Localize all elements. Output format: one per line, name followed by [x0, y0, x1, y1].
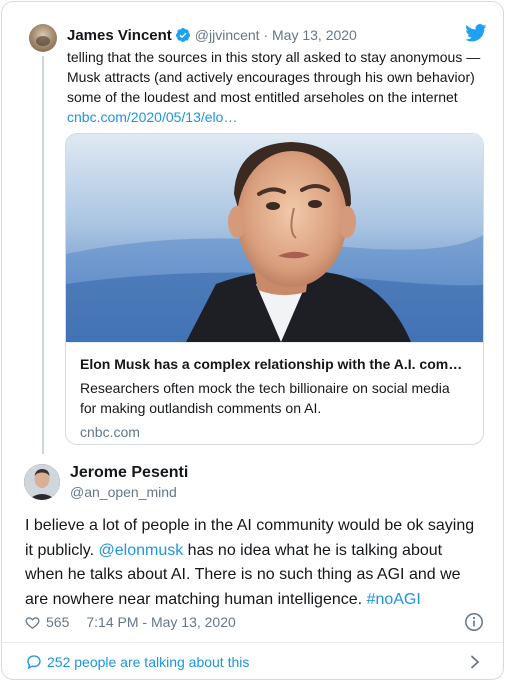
article-description-line: for making outlandish comments on AI.: [80, 400, 322, 416]
text-segment: are nowhere near matching human intellig…: [25, 590, 367, 608]
parent-text-line: Musk attracts (and actively encourages t…: [67, 69, 475, 85]
article-preview-photo: [66, 134, 483, 342]
text-segment: it publicly.: [25, 541, 99, 559]
parent-text-line: telling that the sources in this story a…: [67, 49, 481, 65]
article-domain: cnbc.com: [80, 424, 140, 440]
conversation-footer-link[interactable]: 252 people are talking about this: [2, 643, 503, 679]
main-text-line: I believe a lot of people in the AI comm…: [25, 514, 485, 539]
parent-text-line: some of the loudest and most entitled ar…: [67, 89, 458, 105]
tweet-meta-row: 565 7:14 PM - May 13, 2020: [25, 612, 236, 632]
article-title: Elon Musk has a complex relationship wit…: [80, 356, 463, 372]
article-description: Researchers often mock the tech billiona…: [80, 378, 470, 418]
twitter-bird-icon[interactable]: [465, 24, 487, 42]
parent-article-link[interactable]: cnbc.com/2020/05/13/elo…: [67, 107, 487, 127]
mention-link[interactable]: @elonmusk: [99, 542, 184, 559]
james-vincent-avatar[interactable]: [29, 24, 57, 52]
tweet-timestamp[interactable]: 7:14 PM - May 13, 2020: [86, 614, 235, 630]
verified-badge-icon: [175, 28, 190, 42]
main-tweet-text: I believe a lot of people in the AI comm…: [25, 514, 485, 612]
main-text-line: it publicly. @elonmusk has no idea what …: [25, 539, 485, 564]
main-text-line: are nowhere near matching human intellig…: [25, 588, 485, 613]
avatar-portrait: [24, 464, 60, 500]
parent-handle-and-date[interactable]: @jjvincent · May 13, 2020: [195, 27, 357, 43]
chevron-right-icon[interactable]: [469, 655, 481, 669]
embedded-tweet-card: James Vincent @jjvincent · May 13, 2020 …: [1, 1, 504, 680]
main-author-handle[interactable]: @an_open_mind: [70, 484, 177, 500]
thread-connector-line: [42, 56, 44, 454]
parent-tweet-header: James Vincent @jjvincent · May 13, 2020: [67, 25, 357, 45]
heart-icon[interactable]: [25, 615, 40, 630]
main-text-line: when he talks about AI. There is no such…: [25, 563, 485, 588]
speech-bubble-icon: [27, 655, 41, 670]
link-preview-card[interactable]: Elon Musk has a complex relationship wit…: [65, 133, 484, 445]
link-preview-text: Elon Musk has a complex relationship wit…: [66, 342, 483, 444]
info-icon[interactable]: [464, 612, 484, 632]
hashtag-link[interactable]: #noAGI: [367, 591, 421, 608]
article-description-line: Researchers often mock the tech billiona…: [80, 380, 450, 396]
parent-tweet-text: telling that the sources in this story a…: [67, 47, 487, 127]
main-author-name[interactable]: Jerome Pesenti: [70, 464, 188, 482]
jerome-pesenti-avatar[interactable]: [24, 464, 60, 500]
like-count[interactable]: 565: [46, 614, 69, 630]
text-segment: has no idea what he is talking about: [183, 541, 443, 559]
conversation-count-text[interactable]: 252 people are talking about this: [47, 654, 249, 670]
text-segment: when he talks about AI. There is no such…: [25, 566, 461, 583]
parent-author-name[interactable]: James Vincent: [67, 27, 172, 44]
portrait-illustration: [66, 134, 483, 342]
text-segment: I believe a lot of people in the AI comm…: [25, 517, 475, 534]
